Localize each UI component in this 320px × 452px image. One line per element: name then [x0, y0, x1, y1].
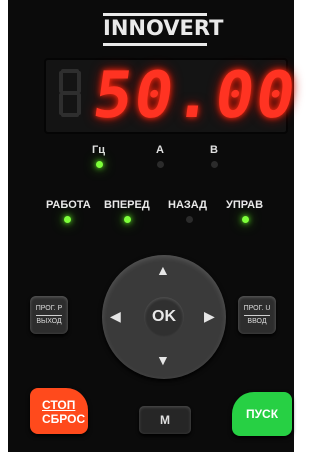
m-button[interactable]: M: [139, 406, 191, 434]
unit-label-v: B: [210, 144, 218, 156]
led-reverse: [186, 216, 193, 223]
led-forward: [124, 216, 131, 223]
run-button[interactable]: ПУСК: [232, 392, 292, 436]
status-label-reverse: НАЗАД: [168, 199, 207, 211]
unit-label-hz: Гц: [92, 144, 105, 156]
ok-button[interactable]: OK: [144, 297, 184, 337]
led-a: [157, 161, 164, 168]
stop-label: СТОП: [42, 398, 76, 412]
down-arrow-icon[interactable]: ▼: [156, 352, 170, 368]
stop-reset-button[interactable]: СТОП СБРОС: [30, 388, 88, 434]
status-label-control: УПРАВ: [226, 199, 264, 211]
led-v: [211, 161, 218, 168]
frequency-display: 50.00: [44, 58, 302, 134]
led-run: [64, 216, 71, 223]
prog-enter-bottom-label: ВВОД: [247, 318, 267, 325]
display-value: 50.00: [88, 59, 302, 133]
prog-exit-top-label: ПРОГ. Р: [35, 305, 63, 312]
drive-panel: INNOVERT 50.00 Гц A B РАБОТА ВПЕРЕД НАЗА…: [8, 0, 302, 452]
led-control: [242, 216, 249, 223]
brand-name: INNOVERT: [103, 16, 224, 40]
brand-logo: INNOVERT: [103, 13, 224, 46]
prog-exit-button[interactable]: ПРОГ. Р ВЫХОД: [30, 296, 68, 334]
status-label-run: РАБОТА: [46, 199, 91, 211]
status-label-forward: ВПЕРЕД: [104, 199, 150, 211]
inactive-digit-8: [59, 69, 81, 117]
up-arrow-icon[interactable]: ▲: [156, 262, 170, 278]
prog-exit-bottom-label: ВЫХОД: [36, 318, 62, 325]
led-hz: [96, 161, 103, 168]
right-arrow-icon[interactable]: ▶: [204, 308, 215, 325]
logo-bottom-bar: [103, 43, 207, 46]
left-arrow-icon[interactable]: ◀: [110, 308, 121, 325]
prog-enter-top-label: ПРОГ. U: [243, 305, 271, 312]
reset-label: СБРОС: [42, 412, 86, 426]
prog-enter-button[interactable]: ПРОГ. U ВВОД: [238, 296, 276, 334]
prog-exit-divider: [36, 315, 62, 316]
prog-enter-divider: [244, 315, 270, 316]
unit-label-a: A: [156, 144, 164, 156]
